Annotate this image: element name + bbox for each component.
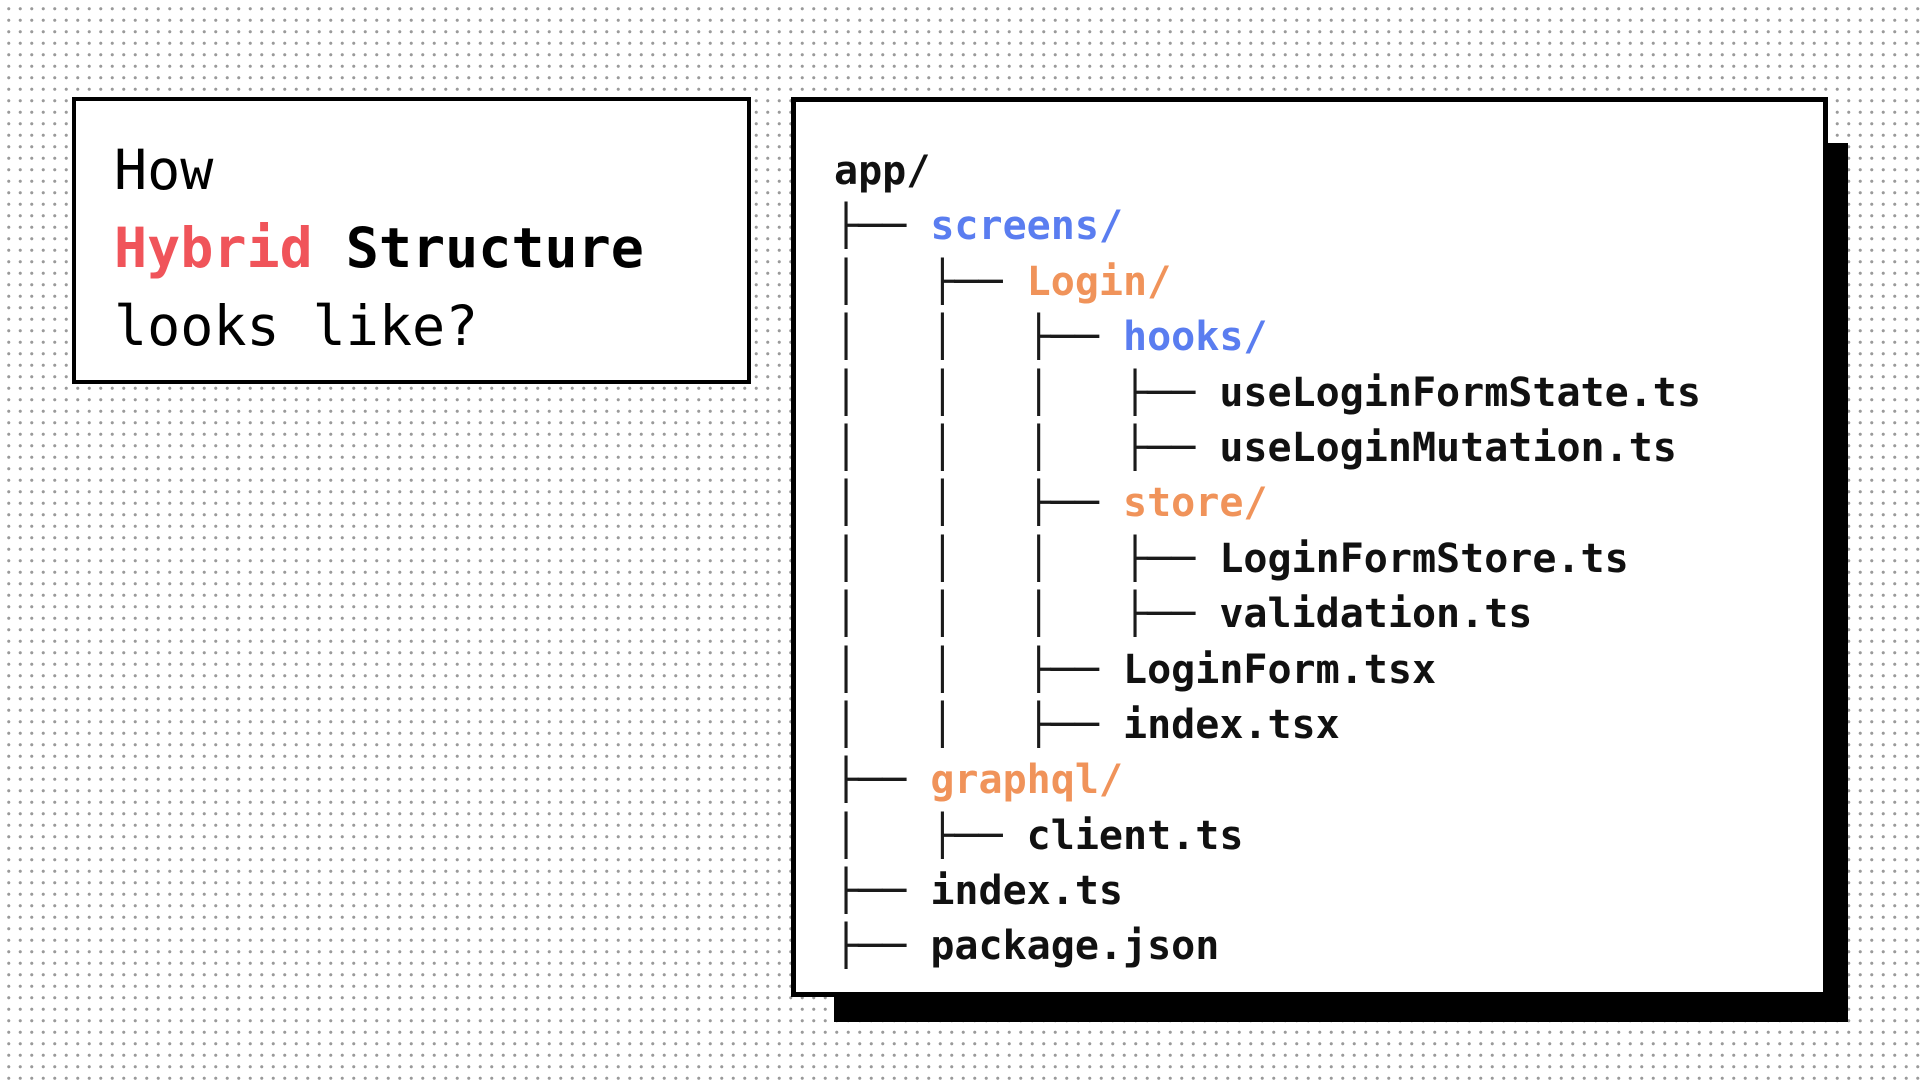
tree-folder-name: graphql/ xyxy=(930,757,1123,804)
tree-folder-name: store/ xyxy=(1122,480,1268,527)
tree-file-name: index.ts xyxy=(930,868,1123,915)
tree-file-name: useLoginMutation.ts xyxy=(1219,424,1677,471)
tree-branch-connector: │ │ ├── xyxy=(834,314,1123,361)
tree-branch-connector: │ │ │ ├── xyxy=(834,369,1220,416)
title-line-1: How xyxy=(114,131,747,209)
tree-line: │ │ ├── hooks/ xyxy=(834,310,1823,365)
tree-branch-connector: ├── xyxy=(834,757,931,804)
tree-folder-name: Login/ xyxy=(1026,258,1172,305)
file-tree-card: app/├── screens/│ ├── Login/│ │ ├── hook… xyxy=(791,97,1828,997)
tree-line: │ │ ├── index.tsx xyxy=(834,698,1823,753)
tree-branch-connector: ├── xyxy=(834,868,931,915)
tree-branch-connector: ├── xyxy=(834,203,931,250)
tree-line: │ │ │ ├── useLoginMutation.ts xyxy=(834,421,1823,476)
tree-branch-connector: ├── xyxy=(834,923,931,970)
tree-line: ├── package.json xyxy=(834,919,1823,974)
tree-branch-connector: │ │ ├── xyxy=(834,480,1123,527)
tree-file-name: LoginForm.tsx xyxy=(1122,646,1437,693)
tree-file-name: package.json xyxy=(930,923,1220,970)
tree-branch-connector: │ │ │ ├── xyxy=(834,591,1220,638)
title-looks-like: looks like? xyxy=(114,294,479,358)
title-line-3: looks like? xyxy=(114,287,747,365)
tree-line: ├── screens/ xyxy=(834,199,1823,254)
title-structure: Structure xyxy=(312,216,644,280)
title-how: How xyxy=(114,138,214,202)
tree-file-name: LoginFormStore.ts xyxy=(1219,535,1629,582)
tree-folder-name: hooks/ xyxy=(1122,314,1268,361)
tree-file-name: index.tsx xyxy=(1122,701,1340,748)
tree-folder-name: screens/ xyxy=(930,203,1123,250)
tree-branch-connector: │ │ ├── xyxy=(834,646,1123,693)
tree-branch-connector: │ │ │ ├── xyxy=(834,424,1220,471)
title-highlight-hybrid: Hybrid xyxy=(114,216,313,280)
tree-line: │ │ ├── store/ xyxy=(834,476,1823,531)
tree-branch-connector: │ │ ├── xyxy=(834,701,1123,748)
tree-line: │ │ ├── LoginForm.tsx xyxy=(834,643,1823,698)
tree-line: ├── index.ts xyxy=(834,864,1823,919)
tree-branch-connector: │ │ │ ├── xyxy=(834,535,1220,582)
tree-line: │ ├── client.ts xyxy=(834,809,1823,864)
tree-file-name: client.ts xyxy=(1026,812,1244,859)
tree-line: │ ├── Login/ xyxy=(834,255,1823,310)
tree-file-name: useLoginFormState.ts xyxy=(1219,369,1701,416)
tree-line: app/ xyxy=(834,144,1823,199)
tree-file-name: validation.ts xyxy=(1219,591,1533,638)
title-card: How Hybrid Structure looks like? xyxy=(72,97,751,384)
tree-line: ├── graphql/ xyxy=(834,753,1823,808)
title-line-2: Hybrid Structure xyxy=(114,209,747,287)
tree-branch-connector: │ ├── xyxy=(834,258,1027,305)
tree-folder-name: app/ xyxy=(834,148,931,194)
tree-line: │ │ │ ├── validation.ts xyxy=(834,587,1823,642)
tree-branch-connector: │ ├── xyxy=(834,812,1027,859)
tree-line: │ │ │ ├── useLoginFormState.ts xyxy=(834,366,1823,421)
tree-line: │ │ │ ├── LoginFormStore.ts xyxy=(834,532,1823,587)
